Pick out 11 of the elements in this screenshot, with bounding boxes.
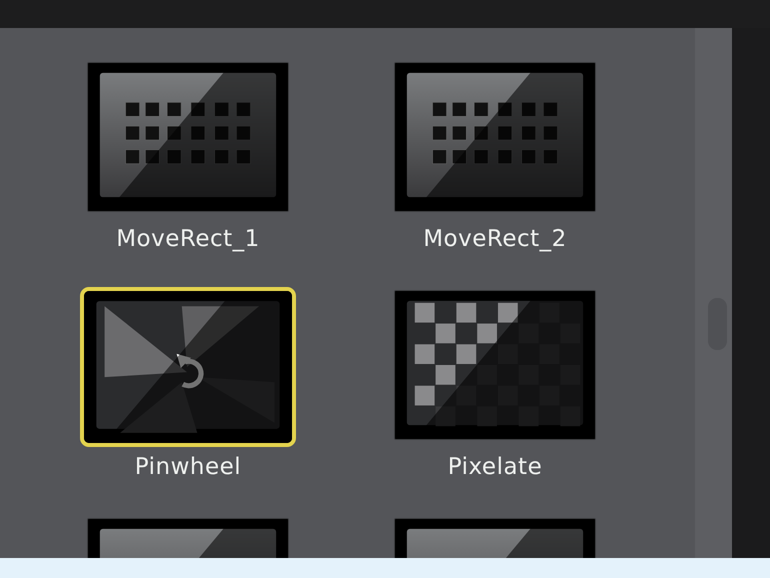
checkerboard-icon (395, 291, 595, 439)
transition-thumbnail[interactable] (394, 290, 596, 440)
transition-thumbnail[interactable] (87, 62, 289, 212)
transition-label: Pixelate (448, 454, 542, 480)
transition-thumbnail[interactable] (394, 62, 596, 212)
transition-label: MoveRect_1 (116, 226, 260, 252)
transition-label: MoveRect_2 (423, 226, 567, 252)
transition-label: Pinwheel (134, 454, 242, 480)
pinwheel-icon (84, 291, 292, 443)
grid-thumbnail-icon (395, 63, 595, 211)
grid-thumbnail-icon (88, 63, 288, 211)
